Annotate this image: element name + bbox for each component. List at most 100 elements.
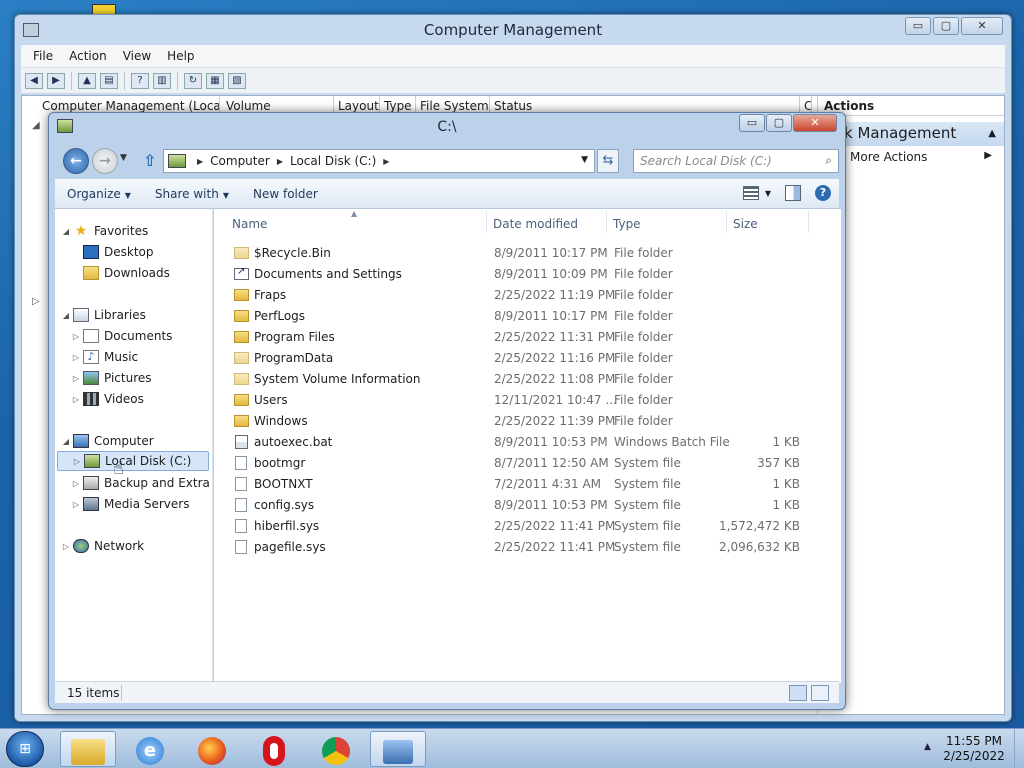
organize-button[interactable]: Organize ▼ [55, 187, 143, 201]
refresh-button[interactable]: ⇆ [597, 149, 619, 173]
folder-icon [234, 415, 249, 427]
up-arrow-icon[interactable]: ⇧ [143, 151, 156, 170]
details-view-toggle-icon[interactable] [789, 685, 807, 701]
file-row[interactable]: PerfLogs 8/9/2011 10:17 PM File folder [232, 306, 832, 327]
tree-expand-arrow-icon[interactable]: ▷ [32, 296, 40, 307]
share-with-button[interactable]: Share with ▼ [143, 187, 241, 201]
cm-maximize-button[interactable]: ▢ [933, 17, 959, 35]
file-date: 2/25/2022 11:39 PM [494, 414, 616, 428]
menu-view[interactable]: View [115, 49, 159, 63]
show-desktop-button[interactable] [1014, 729, 1024, 768]
nav-network[interactable]: ▷ Network [61, 536, 144, 556]
taskbar-windows-explorer[interactable] [60, 731, 116, 767]
menu-help[interactable]: Help [159, 49, 202, 63]
back-button[interactable]: ← [63, 148, 89, 174]
cm-close-button[interactable]: ✕ [961, 17, 1003, 35]
taskbar-firefox[interactable] [184, 731, 240, 767]
file-row[interactable]: System Volume Information 2/25/2022 11:08… [232, 369, 832, 390]
large-icons-toggle-icon[interactable] [811, 685, 829, 701]
file-row[interactable]: hiberfil.sys 2/25/2022 11:41 PM System fil… [232, 516, 832, 537]
file-row[interactable]: Program Files 2/25/2022 11:31 PM File fold… [232, 327, 832, 348]
properties-icon[interactable]: ▦ [206, 72, 224, 89]
file-row[interactable]: Users 12/11/2021 10:47 ... File folder [232, 390, 832, 411]
nav-music[interactable]: ▷ ♪ Music [71, 347, 138, 367]
change-view-button[interactable]: ▼ [742, 186, 771, 200]
file-row[interactable]: bootmgr 8/7/2011 12:50 AM System file 357 K… [232, 453, 832, 474]
file-row[interactable]: Fraps 2/25/2022 11:19 PM File folder [232, 285, 832, 306]
explorer-minimize-button[interactable]: ▭ [739, 114, 765, 132]
collapsed-arrow-icon[interactable]: ▷ [71, 332, 81, 341]
nav-videos[interactable]: ▷ Videos [71, 389, 144, 409]
forward-arrow-icon[interactable]: ▶ [47, 72, 65, 89]
taskbar-chrome[interactable] [308, 731, 364, 767]
nav-computer[interactable]: ◢ Computer [61, 431, 154, 451]
collapsed-arrow-icon[interactable]: ▷ [61, 542, 71, 551]
taskbar-internet-explorer[interactable]: e [122, 731, 178, 767]
explorer-maximize-button[interactable]: ▢ [766, 114, 792, 132]
breadcrumb-computer[interactable]: Computer [210, 154, 270, 168]
preview-pane-icon[interactable] [785, 185, 801, 201]
col-header-name[interactable]: Name [232, 217, 267, 231]
action-pane-icon[interactable]: ▥ [153, 72, 171, 89]
nav-local-disk-c[interactable]: ▷ Local Disk (C:) [57, 451, 209, 471]
explorer-close-button[interactable]: ✕ [793, 114, 837, 132]
show-hidden-icons-icon[interactable]: ▲ [924, 742, 931, 752]
file-row[interactable]: pagefile.sys 2/25/2022 11:41 PM System fil… [232, 537, 832, 558]
nav-pictures[interactable]: ▷ Pictures [71, 368, 152, 388]
col-header-type[interactable]: Type [613, 217, 641, 231]
collapsed-arrow-icon[interactable]: ▷ [71, 374, 81, 383]
new-folder-button[interactable]: New folder [241, 187, 330, 201]
collapse-up-icon[interactable]: ▲ [988, 128, 996, 139]
collapsed-arrow-icon[interactable]: ▷ [71, 500, 81, 509]
nav-downloads[interactable]: Downloads [71, 263, 170, 283]
expanded-arrow-icon[interactable]: ◢ [61, 437, 71, 446]
menu-action[interactable]: Action [61, 49, 115, 63]
search-icon[interactable]: ⌕ [825, 153, 832, 168]
file-row[interactable]: Documents and Settings 8/9/2011 10:09 PM F… [232, 264, 832, 285]
forward-button[interactable]: → [92, 148, 118, 174]
tree-expand-arrow-icon[interactable]: ◢ [32, 120, 40, 131]
breadcrumb-local-disk[interactable]: Local Disk (C:) [290, 154, 376, 168]
collapsed-arrow-icon[interactable]: ▷ [72, 457, 82, 466]
cm-titlebar[interactable]: Computer Management ▭ ▢ ✕ [15, 15, 1011, 45]
nav-favorites[interactable]: ◢ ★ Favorites [61, 221, 148, 241]
recent-pages-dropdown-icon[interactable]: ▼ [120, 153, 127, 163]
up-folder-icon[interactable]: ▲ [78, 72, 96, 89]
show-hide-tree-icon[interactable]: ▤ [100, 72, 118, 89]
address-dropdown-icon[interactable]: ▼ [581, 155, 588, 165]
cm-minimize-button[interactable]: ▭ [905, 17, 931, 35]
collapsed-arrow-icon[interactable]: ▷ [71, 395, 81, 404]
taskbar-opera[interactable] [246, 731, 302, 767]
back-arrow-icon[interactable]: ◀ [25, 72, 43, 89]
expanded-arrow-icon[interactable]: ◢ [61, 227, 71, 236]
refresh-icon[interactable]: ↻ [184, 72, 202, 89]
col-header-date-modified[interactable]: Date modified [493, 217, 578, 231]
file-row[interactable]: BOOTNXT 7/2/2011 4:31 AM System file 1 KB [232, 474, 832, 495]
search-input[interactable]: Search Local Disk (C:) ⌕ [633, 149, 839, 173]
start-button[interactable]: ⊞ [6, 731, 44, 767]
file-row[interactable]: Windows 2/25/2022 11:39 PM File folder [232, 411, 832, 432]
taskbar-computer-management[interactable] [370, 731, 426, 767]
help-icon[interactable]: ? [815, 185, 831, 201]
nav-media-servers[interactable]: ▷ Media Servers [71, 494, 189, 514]
breadcrumb-chevron-icon[interactable]: ▶ [277, 157, 283, 166]
system-clock[interactable]: 11:55 PM 2/25/2022 [940, 734, 1008, 764]
nav-desktop[interactable]: Desktop [71, 242, 154, 262]
collapsed-arrow-icon[interactable]: ▷ [71, 479, 81, 488]
export-list-icon[interactable]: ▧ [228, 72, 246, 89]
nav-libraries[interactable]: ◢ Libraries [61, 305, 146, 325]
expanded-arrow-icon[interactable]: ◢ [61, 311, 71, 320]
file-row[interactable]: config.sys 8/9/2011 10:53 PM System file 1 … [232, 495, 832, 516]
file-row[interactable]: $Recycle.Bin 8/9/2011 10:17 PM File folder [232, 243, 832, 264]
collapsed-arrow-icon[interactable]: ▷ [71, 353, 81, 362]
nav-documents[interactable]: ▷ Documents [71, 326, 172, 346]
breadcrumb-chevron-icon[interactable]: ▶ [197, 157, 203, 166]
breadcrumb-chevron-icon[interactable]: ▶ [383, 157, 389, 166]
nav-backup-drive[interactable]: ▷ Backup and Extra Sto [71, 473, 212, 493]
file-row[interactable]: autoexec.bat 8/9/2011 10:53 PM Windows Bat… [232, 432, 832, 453]
address-bar[interactable]: ▶ Computer ▶ Local Disk (C:) ▶ ▼ [163, 149, 595, 173]
file-row[interactable]: ProgramData 2/25/2022 11:16 PM File folder [232, 348, 832, 369]
col-header-size[interactable]: Size [733, 217, 758, 231]
menu-file[interactable]: File [25, 49, 61, 63]
help-book-icon[interactable]: ? [131, 72, 149, 89]
